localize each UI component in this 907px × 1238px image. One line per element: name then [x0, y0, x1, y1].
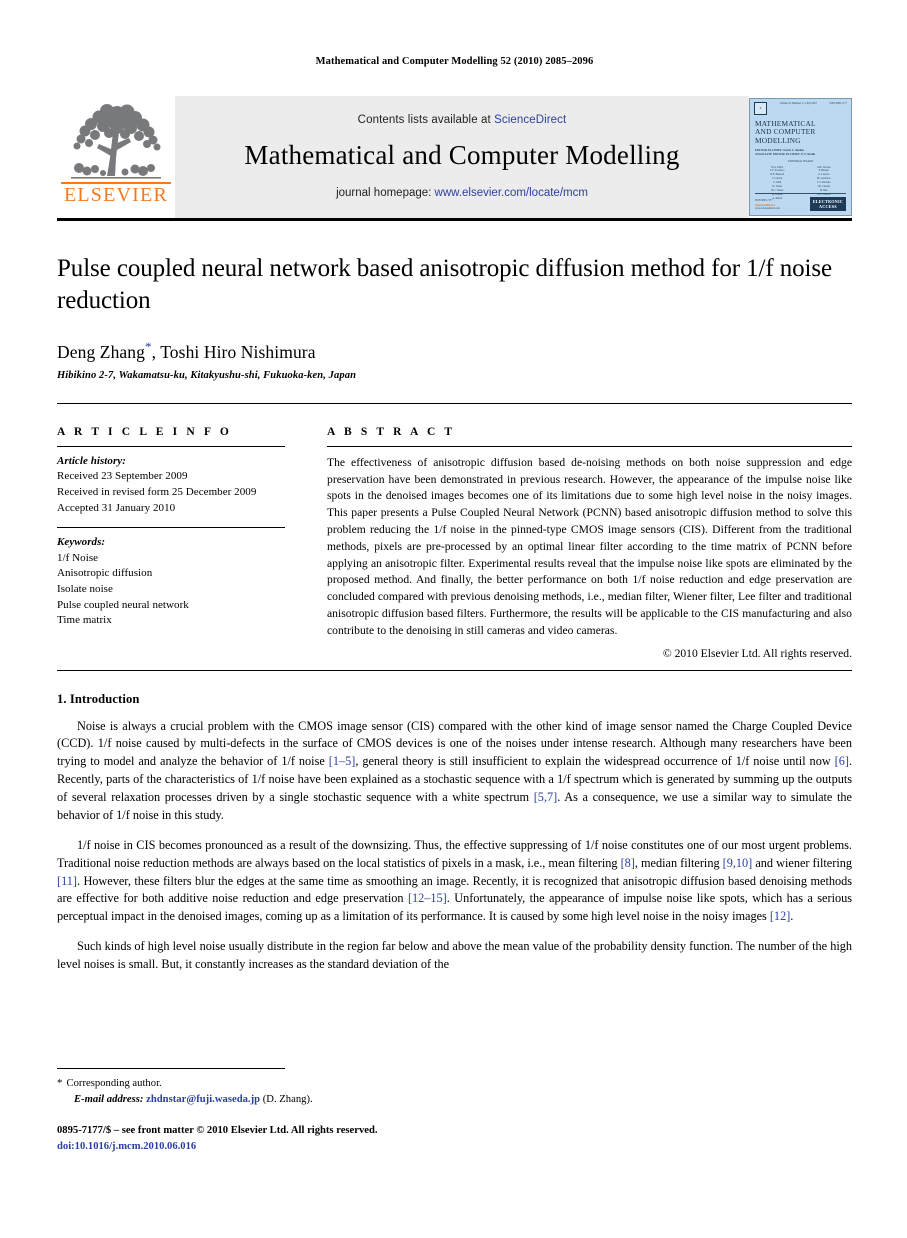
keywords-label: Keywords: — [57, 536, 106, 549]
info-abstract-row: A R T I C L E I N F O Article history: R… — [57, 426, 852, 660]
page-footer: * Corresponding author. E-mail address: z… — [57, 1068, 852, 1155]
cover-bottom: ISSN 0895-7177 ScienceDirect www.science… — [750, 193, 851, 211]
journal-cover-thumbnail[interactable]: E Volume 52 Numbers 1–2 July 2010 ISSN 0… — [749, 98, 852, 216]
author-primary: Deng Zhang — [57, 341, 145, 362]
cover-topbar: E Volume 52 Numbers 1–2 July 2010 ISSN 0… — [750, 99, 851, 115]
footnote-star-icon: * — [57, 1077, 63, 1089]
journal-title: Mathematical and Computer Modelling — [244, 139, 680, 170]
abstract-text: The effectiveness of anisotropic diffusi… — [327, 455, 852, 637]
email-label: E-mail address: — [74, 1093, 144, 1105]
running-head: Mathematical and Computer Modelling 52 (… — [315, 56, 594, 67]
doi-line: doi:10.1016/j.mcm.2010.06.016 — [57, 1139, 852, 1155]
cover-divider — [755, 193, 846, 194]
cover-bottom-row: ISSN 0895-7177 ScienceDirect www.science… — [755, 196, 846, 211]
cover-editor-line-2: ASSOCIATE EDITOR-IN-CHIEF: E.Y. Rodin — [755, 151, 816, 156]
issn-line: 0895-7177/$ – see front matter © 2010 El… — [57, 1125, 378, 1137]
journal-homepage-link[interactable]: www.elsevier.com/locate/mcm — [435, 187, 588, 199]
citation-link[interactable]: [1–5] — [329, 754, 356, 768]
cover-badge-line-2: ACCESS — [819, 203, 837, 209]
footer-divider — [57, 1068, 285, 1069]
keyword-item: 1/f Noise — [57, 551, 99, 564]
elsevier-logo: ELSEVIER — [57, 96, 175, 218]
keyword-item: Pulse coupled neural network — [57, 598, 189, 611]
body-paragraph-2: 1/f noise in CIS becomes pronounced as a… — [57, 837, 852, 926]
citation-link[interactable]: [8] — [621, 856, 635, 870]
title-divider — [57, 402, 852, 404]
para2-text-c: and wiener filtering — [752, 855, 852, 870]
homepage-prefix: journal homepage: — [336, 186, 435, 199]
author-secondary: , Toshi Hiro Nishimura — [151, 341, 316, 362]
page-content: Mathematical and Computer Modelling 52 (… — [57, 0, 852, 986]
author-list: Deng Zhang*, Toshi Hiro Nishimura — [57, 339, 852, 363]
email-link[interactable]: zhdnstar@fuji.waseda.jp — [146, 1094, 260, 1105]
cover-elsevier-mark-icon: E — [754, 102, 767, 115]
citation-link[interactable]: [9,10] — [723, 856, 753, 870]
cover-editors: EDITOR-IN-CHIEF: Kevin S. Shahin ASSOCIA… — [755, 148, 846, 157]
journal-band: Contents lists available at ScienceDirec… — [175, 96, 749, 218]
article-info-column: A R T I C L E I N F O Article history: R… — [57, 426, 303, 660]
keywords-group: Keywords: 1/f Noise Anisotropic diffusio… — [57, 528, 285, 629]
cover-title-line-3: MODELLING — [755, 135, 801, 145]
corresponding-author-text: Corresponding author. — [66, 1078, 162, 1089]
journal-homepage-line: journal homepage: www.elsevier.com/locat… — [336, 187, 588, 199]
citation-link[interactable]: [12–15] — [408, 891, 447, 905]
keyword-item: Anisotropic diffusion — [57, 567, 153, 580]
corresponding-author-note: * Corresponding author. — [57, 1076, 852, 1092]
cover-volume-line: Volume 52 Numbers 1–2 July 2010 — [779, 102, 817, 105]
email-note: E-mail address: zhdnstar@fuji.waseda.jp … — [57, 1092, 852, 1107]
page-title: Pulse coupled neural network based aniso… — [57, 255, 833, 314]
doi-link[interactable]: 10.1016/j.mcm.2010.06.016 — [75, 1141, 197, 1152]
title-block: Pulse coupled neural network based aniso… — [57, 253, 852, 404]
doi-prefix: doi: — [57, 1141, 75, 1153]
keyword-item: Time matrix — [57, 614, 112, 627]
citation-link[interactable]: [12] — [770, 909, 790, 923]
citation-link[interactable]: [11] — [57, 874, 77, 888]
contents-available-line: Contents lists available at ScienceDirec… — [358, 114, 567, 126]
article-history-item: Received in revised form 25 December 200… — [57, 486, 257, 499]
citation-link[interactable]: [6] — [835, 754, 849, 768]
sciencedirect-link[interactable]: ScienceDirect — [494, 114, 566, 126]
cover-board-header: EDITORIAL BOARD — [787, 160, 814, 164]
journal-masthead: ELSEVIER Contents lists available at Sci… — [57, 96, 852, 221]
cover-title: MATHEMATICAL AND COMPUTER MODELLING — [755, 119, 846, 145]
cover-electronic-access-badge: ELECTRONIC ACCESS — [809, 196, 846, 211]
cover-issn-top: ISSN 0895-7177 — [829, 102, 847, 105]
article-history-group: Article history: Received 23 September 2… — [57, 447, 285, 516]
abstract-column: A B S T R A C T The effectiveness of ani… — [303, 426, 852, 660]
body-paragraph-1: Noise is always a crucial problem with t… — [57, 718, 852, 825]
section-heading-introduction: 1. Introduction — [57, 691, 140, 706]
corresponding-author-marker[interactable]: * — [145, 339, 152, 354]
article-info-heading: A R T I C L E I N F O — [57, 425, 232, 438]
cover-issn-block: ISSN 0895-7177 ScienceDirect www.science… — [755, 199, 780, 211]
article-history-item: Accepted 31 January 2010 — [57, 501, 176, 514]
author-affiliation: Hibikino 2-7, Wakamatsu-ku, Kitakyushu-s… — [57, 369, 357, 381]
issn-copyright-block: 0895-7177/$ – see front matter © 2010 El… — [57, 1123, 852, 1155]
cover-sciencedirect-url: www.sciencedirect.com — [755, 207, 780, 211]
elsevier-wordmark: ELSEVIER — [63, 184, 169, 206]
para1-text-b: , general theory is still insufficient t… — [355, 754, 835, 769]
citation-link[interactable]: [5,7] — [534, 790, 557, 804]
abstract-copyright: © 2010 Elsevier Ltd. All rights reserved… — [662, 646, 852, 660]
email-owner: (D. Zhang). — [262, 1093, 313, 1105]
elsevier-tree-icon — [71, 104, 161, 179]
article-history-label: Article history: — [57, 454, 126, 467]
abstract-heading: A B S T R A C T — [327, 425, 456, 438]
para2-text-b: , median filtering — [634, 855, 723, 870]
contents-prefix: Contents lists available at — [357, 113, 495, 126]
keyword-item: Isolate noise — [57, 583, 113, 596]
body-paragraph-3: Such kinds of high level noise usually d… — [57, 939, 852, 972]
abstract-bottom-divider — [57, 669, 852, 671]
article-history-item: Received 23 September 2009 — [57, 470, 188, 483]
para2-text-f: . — [790, 909, 794, 924]
paper-page: Mathematical and Computer Modelling 52 (… — [0, 0, 907, 1238]
